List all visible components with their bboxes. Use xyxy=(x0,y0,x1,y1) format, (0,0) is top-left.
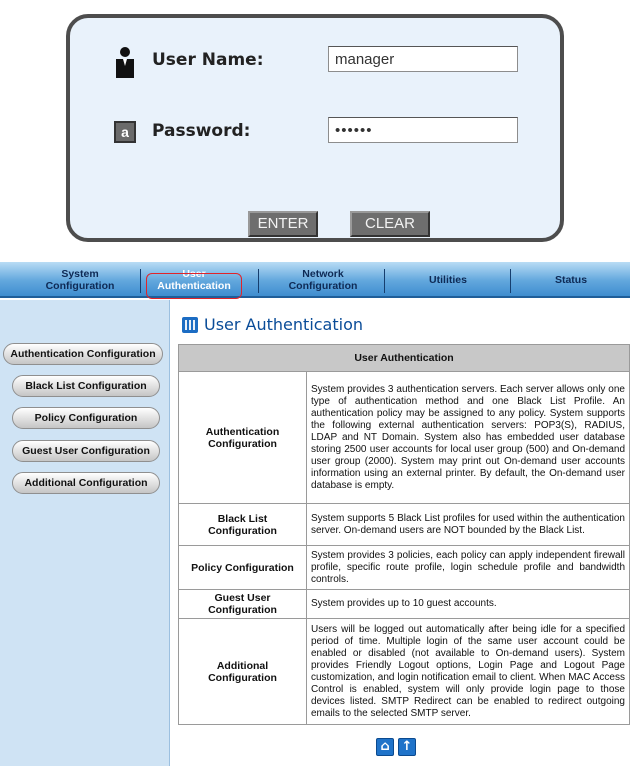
table-row: Guest User Configuration System provides… xyxy=(178,589,630,619)
password-field[interactable]: •••••• xyxy=(328,117,518,143)
enter-button[interactable]: ENTER xyxy=(248,211,318,237)
row-name: Additional Configuration xyxy=(178,618,307,725)
page-title-text: User Authentication xyxy=(204,315,364,334)
password-label: Password: xyxy=(152,121,251,141)
nav-label-line2: Configuration xyxy=(288,280,358,292)
row-name: Black List Configuration xyxy=(178,503,307,546)
login-panel: User Name: manager a Password: •••••• EN… xyxy=(66,14,564,242)
username-row: User Name: manager xyxy=(70,42,560,82)
sidebar-item-additional-configuration[interactable]: Additional Configuration xyxy=(12,472,160,494)
row-description: System supports 5 Black List profiles fo… xyxy=(306,503,630,546)
main-content: User Authentication User Authentication … xyxy=(170,300,630,766)
nav-label-line2: Configuration xyxy=(45,280,115,292)
password-row: a Password: •••••• xyxy=(70,113,560,153)
nav-network-configuration[interactable]: Network Configuration xyxy=(262,262,384,298)
row-description: System provides up to 10 guest accounts. xyxy=(306,589,630,619)
nav-label-line1: System xyxy=(61,268,99,280)
active-tab-highlight xyxy=(146,273,242,299)
row-description: System provides 3 authentication servers… xyxy=(306,371,630,504)
nav-separator xyxy=(258,269,259,293)
nav-separator xyxy=(384,269,385,293)
table-header-row: User Authentication xyxy=(178,344,630,372)
nav-utilities[interactable]: Utilities xyxy=(386,262,510,298)
sidebar-item-policy-configuration[interactable]: Policy Configuration xyxy=(12,407,160,429)
sidebar-item-guest-user-configuration[interactable]: Guest User Configuration xyxy=(12,440,160,462)
nav-system-configuration[interactable]: System Configuration xyxy=(20,262,140,298)
sidebar: Authentication Configuration Black List … xyxy=(0,300,170,766)
info-table: User Authentication Authentication Confi… xyxy=(178,344,630,725)
nav-separator xyxy=(510,269,511,293)
clear-button[interactable]: CLEAR xyxy=(350,211,430,237)
nav-separator xyxy=(140,269,141,293)
row-name: Authentication Configuration xyxy=(178,371,307,504)
nav-label-line1: Utilities xyxy=(429,274,467,286)
row-name: Policy Configuration xyxy=(178,545,307,590)
up-arrow-icon[interactable]: ↑ xyxy=(398,738,416,756)
sidebar-item-authentication-configuration[interactable]: Authentication Configuration xyxy=(3,343,163,365)
nav-label-line1: Network xyxy=(302,268,344,280)
home-icon[interactable]: ⌂ xyxy=(376,738,394,756)
top-navigation-bar: System Configuration User Authentication… xyxy=(0,262,630,298)
user-icon xyxy=(116,47,134,78)
table-header: User Authentication xyxy=(178,344,630,372)
login-panel-wrapper: User Name: manager a Password: •••••• EN… xyxy=(60,10,570,247)
page-title: User Authentication xyxy=(182,315,363,334)
grid-icon xyxy=(182,316,198,333)
nav-label-line1: Status xyxy=(554,274,588,286)
nav-status[interactable]: Status xyxy=(512,262,630,298)
row-description: Users will be logged out automatically a… xyxy=(306,618,630,725)
table-row: Black List Configuration System supports… xyxy=(178,503,630,546)
row-name: Guest User Configuration xyxy=(178,589,307,619)
password-icon: a xyxy=(114,121,136,143)
table-row: Policy Configuration System provides 3 p… xyxy=(178,545,630,590)
sidebar-item-black-list-configuration[interactable]: Black List Configuration xyxy=(12,375,160,397)
footer-icons: ⌂ ↑ xyxy=(376,738,416,756)
username-field[interactable]: manager xyxy=(328,46,518,72)
row-description: System provides 3 policies, each policy … xyxy=(306,545,630,590)
table-row: Additional Configuration Users will be l… xyxy=(178,618,630,725)
username-label: User Name: xyxy=(152,50,264,70)
table-row: Authentication Configuration System prov… xyxy=(178,371,630,504)
